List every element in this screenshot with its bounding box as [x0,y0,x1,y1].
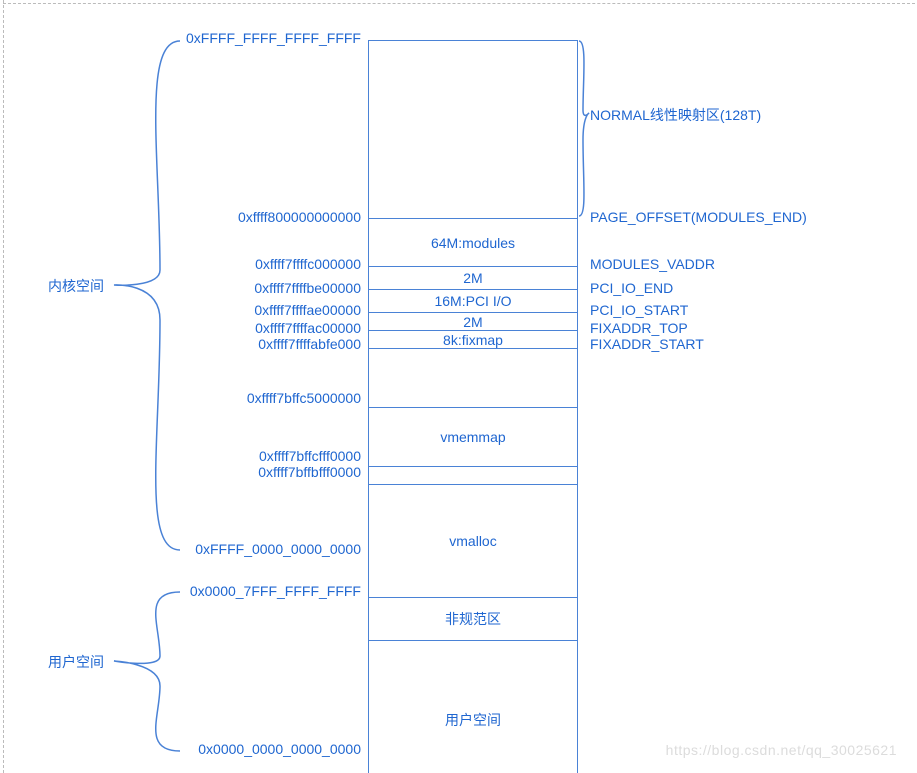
region-vmemmap: vmemmap [369,407,577,466]
addr-pci-io-start: 0xffff7ffffae00000 [254,302,361,318]
label-kernel-space: 内核空间 [48,276,104,296]
brace-normal-icon [578,40,598,220]
region-pci: 16M:PCI I/O [369,289,577,312]
region-gap-c [369,348,577,407]
region-fixmap: 8k:fixmap [369,330,577,348]
desc-page-offset: PAGE_OFFSET(MODULES_END) [590,209,807,225]
addr-page-offset: 0xffff800000000000 [238,209,361,225]
region-user: 用户空间 [369,640,577,773]
desc-modules-vaddr: MODULES_VADDR [590,256,715,272]
region-vmalloc: vmalloc [369,484,577,597]
addr-fixaddr-top: 0xffff7ffffac00000 [255,320,361,336]
desc-fixaddr-top: FIXADDR_TOP [590,320,688,336]
region-normal [369,41,577,218]
page-top-dash [3,3,917,4]
addr-vmemmap-bottom: 0xffff7bffcfff0000 [259,448,361,464]
watermark: https://blog.csdn.net/qq_30025621 [666,742,897,758]
addr-vmalloc-bottom2: 0xffff7bffbfff0000 [258,464,361,480]
brace-user-icon [112,591,182,756]
label-user-space: 用户空间 [48,652,104,672]
brace-kernel-icon [112,40,182,555]
region-modules: 64M:modules [369,218,577,266]
addr-user-top: 0x0000_7FFF_FFFF_FFFF [190,583,361,599]
addr-pci-io-end: 0xffff7ffffbe00000 [254,280,361,296]
addr-kernel-bottom: 0xFFFF_0000_0000_0000 [195,541,361,557]
addr-fixaddr-start: 0xffff7ffffabfe000 [258,336,361,352]
region-gap-2m-a: 2M [369,266,577,289]
page-left-dash [3,0,4,773]
page-root: 64M:modules 2M 16M:PCI I/O 2M 8k:fixmap … [0,0,917,773]
desc-pci-io-start: PCI_IO_START [590,302,688,318]
desc-fixaddr-start: FIXADDR_START [590,336,704,352]
addr-modules-vaddr: 0xffff7ffffc000000 [255,256,361,272]
addr-vmemmap-top: 0xffff7bffc5000000 [247,390,361,406]
desc-normal: NORMAL线性映射区(128T) [590,105,761,125]
region-gap-d [369,466,577,484]
addr-user-bottom: 0x0000_0000_0000_0000 [198,741,361,757]
memory-column: 64M:modules 2M 16M:PCI I/O 2M 8k:fixmap … [368,40,578,773]
region-noncanonical: 非规范区 [369,597,577,640]
region-gap-2m-b: 2M [369,312,577,330]
desc-pci-io-end: PCI_IO_END [590,280,673,296]
addr-top: 0xFFFF_FFFF_FFFF_FFFF [186,30,361,46]
